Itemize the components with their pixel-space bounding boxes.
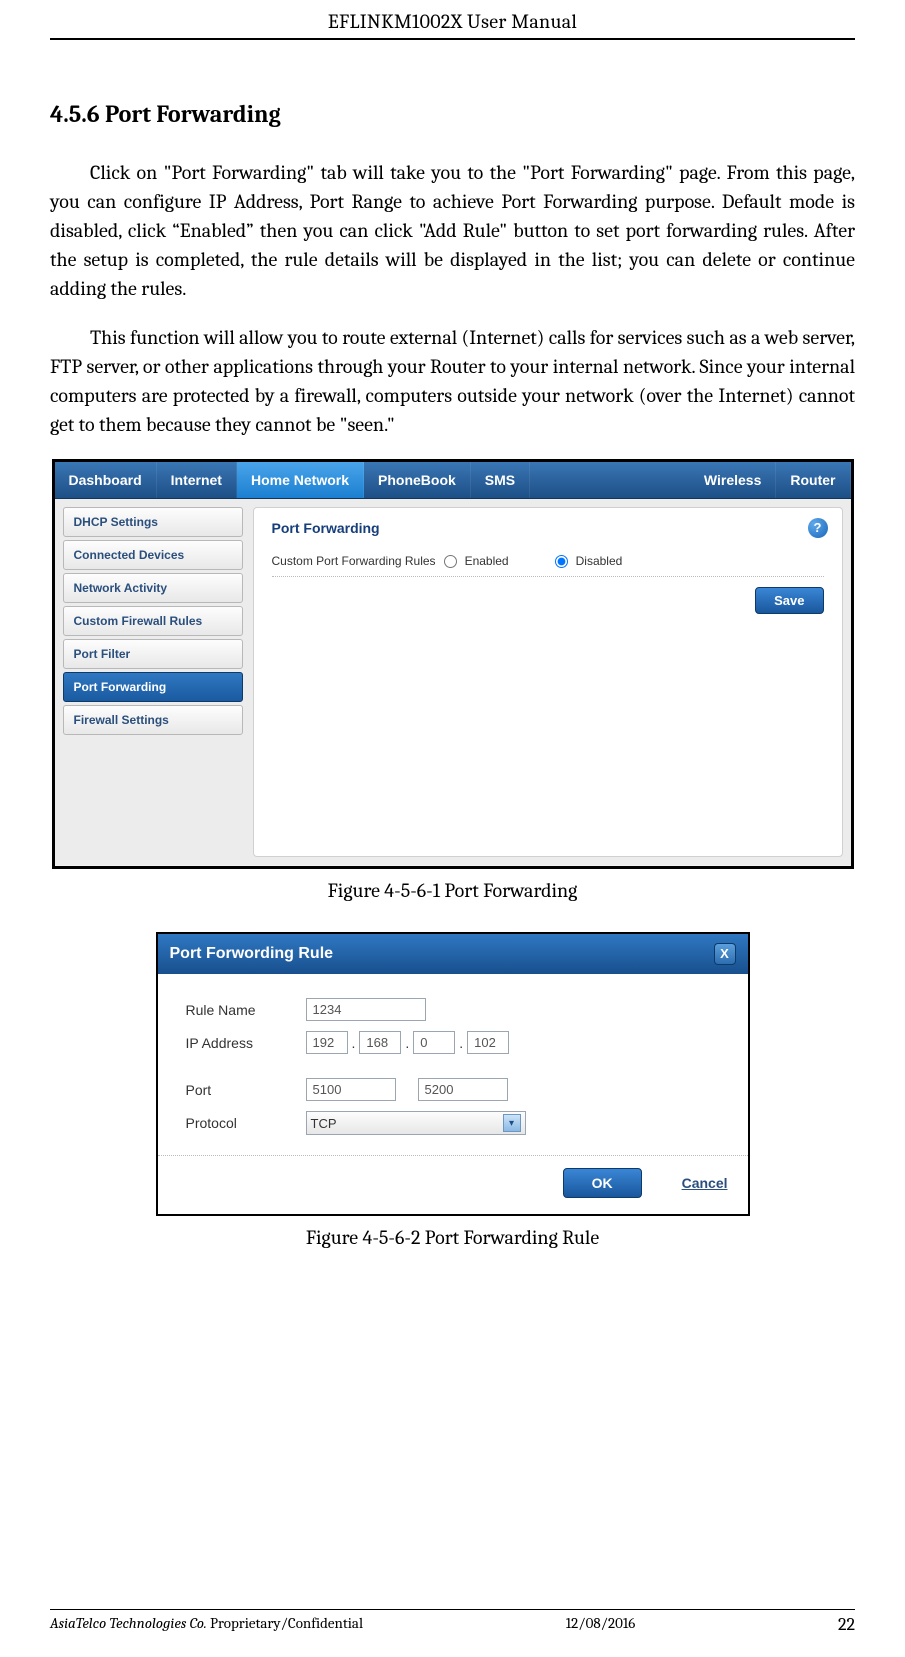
nav-internet[interactable]: Internet bbox=[157, 462, 237, 498]
footer-date: 12/08/2016 bbox=[566, 1614, 636, 1635]
sidebar-item-network-activity[interactable]: Network Activity bbox=[63, 573, 243, 603]
input-ip-2[interactable] bbox=[359, 1031, 401, 1054]
nav-dashboard[interactable]: Dashboard bbox=[55, 462, 157, 498]
input-port-to[interactable] bbox=[418, 1078, 508, 1101]
nav-phonebook[interactable]: PhoneBook bbox=[364, 462, 471, 498]
input-ip-1[interactable] bbox=[306, 1031, 348, 1054]
close-button[interactable]: X bbox=[714, 943, 736, 965]
nav-home-network[interactable]: Home Network bbox=[237, 462, 364, 498]
screenshot-port-forwarding: Dashboard Internet Home Network PhoneBoo… bbox=[52, 459, 854, 869]
label-protocol: Protocol bbox=[186, 1115, 306, 1131]
select-protocol[interactable]: TCP ▾ bbox=[306, 1111, 526, 1135]
paragraph-1: Click on "Port Forwarding" tab will take… bbox=[50, 158, 855, 303]
input-rule-name[interactable] bbox=[306, 998, 426, 1021]
input-ip-3[interactable] bbox=[413, 1031, 455, 1054]
doc-header: EFLINKM1002X User Manual bbox=[50, 10, 855, 40]
figure-caption-2: Figure 4-5-6-2 Port Forwarding Rule bbox=[50, 1226, 855, 1249]
section-number: 4.5.6 bbox=[50, 100, 100, 128]
paragraph-2: This function will allow you to route ex… bbox=[50, 323, 855, 439]
ip-dot: . bbox=[459, 1035, 463, 1051]
dialog-title: Port Forwording Rule bbox=[170, 945, 334, 963]
label-rule-name: Rule Name bbox=[186, 1002, 306, 1018]
chevron-down-icon: ▾ bbox=[503, 1114, 521, 1132]
rules-toggle-row: Custom Port Forwarding Rules Enabled Dis… bbox=[272, 554, 824, 568]
nav-sms[interactable]: SMS bbox=[471, 462, 530, 498]
help-icon[interactable]: ? bbox=[808, 518, 828, 538]
ok-button[interactable]: OK bbox=[563, 1168, 642, 1198]
label-port: Port bbox=[186, 1082, 306, 1098]
radio-disabled[interactable] bbox=[555, 555, 568, 568]
figure-caption-1: Figure 4-5-6-1 Port Forwarding bbox=[50, 879, 855, 902]
panel-title: Port Forwarding bbox=[272, 520, 824, 536]
ip-dot: . bbox=[405, 1035, 409, 1051]
cancel-link[interactable]: Cancel bbox=[682, 1175, 728, 1191]
screenshot-port-forwarding-rule: Port Forwording Rule X Rule Name IP Addr… bbox=[156, 932, 750, 1216]
save-button[interactable]: Save bbox=[755, 587, 823, 614]
sidebar-item-port-filter[interactable]: Port Filter bbox=[63, 639, 243, 669]
dialog-titlebar: Port Forwording Rule X bbox=[158, 934, 748, 974]
input-port-from[interactable] bbox=[306, 1078, 396, 1101]
doc-footer: AsiaTelco Technologies Co. Proprietary/C… bbox=[50, 1609, 855, 1635]
footer-confidential: Proprietary/Confidential bbox=[207, 1614, 363, 1632]
rules-label: Custom Port Forwarding Rules bbox=[272, 554, 436, 568]
dialog-body: Rule Name IP Address . . . Port bbox=[158, 974, 748, 1155]
ip-dot: . bbox=[352, 1035, 356, 1051]
separator bbox=[272, 576, 824, 577]
input-ip-4[interactable] bbox=[467, 1031, 509, 1054]
sidebar-item-firewall-settings[interactable]: Firewall Settings bbox=[63, 705, 243, 735]
label-ip-address: IP Address bbox=[186, 1035, 306, 1051]
radio-enabled[interactable] bbox=[444, 555, 457, 568]
top-navbar: Dashboard Internet Home Network PhoneBoo… bbox=[55, 462, 851, 499]
dialog-footer: OK Cancel bbox=[158, 1155, 748, 1214]
sidebar-item-dhcp[interactable]: DHCP Settings bbox=[63, 507, 243, 537]
sidebar-item-port-forwarding[interactable]: Port Forwarding bbox=[63, 672, 243, 702]
sidebar: DHCP Settings Connected Devices Network … bbox=[63, 507, 243, 857]
section-heading: 4.5.6 Port Forwarding bbox=[50, 100, 855, 128]
label-enabled: Enabled bbox=[465, 554, 509, 568]
select-protocol-value: TCP bbox=[311, 1116, 337, 1131]
sidebar-item-connected-devices[interactable]: Connected Devices bbox=[63, 540, 243, 570]
label-disabled: Disabled bbox=[576, 554, 623, 568]
section-title: Port Forwarding bbox=[105, 100, 281, 128]
nav-wireless[interactable]: Wireless bbox=[690, 462, 776, 498]
nav-router[interactable]: Router bbox=[776, 462, 850, 498]
sidebar-item-custom-firewall[interactable]: Custom Firewall Rules bbox=[63, 606, 243, 636]
nav-spacer bbox=[530, 462, 690, 498]
spacer bbox=[186, 1064, 720, 1078]
footer-page-number: 22 bbox=[838, 1614, 855, 1635]
footer-company: AsiaTelco Technologies Co. bbox=[50, 1614, 207, 1632]
content-panel: ? Port Forwarding Custom Port Forwarding… bbox=[253, 507, 843, 857]
